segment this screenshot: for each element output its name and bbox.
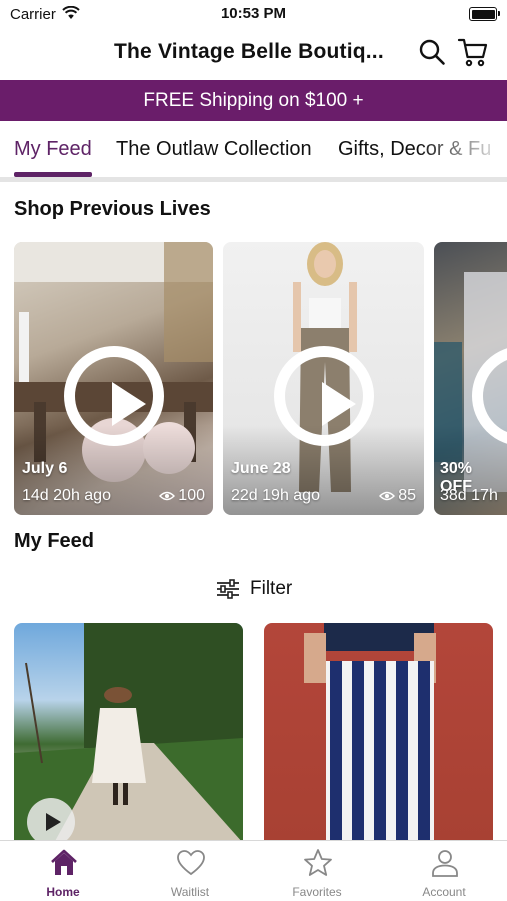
play-icon xyxy=(63,346,164,446)
live-views: 100 xyxy=(159,487,205,505)
home-icon xyxy=(51,849,77,875)
bottom-tab-label: Account xyxy=(422,885,466,899)
live-time-ago: 38d 17h xyxy=(440,487,498,504)
bottom-tab-label: Home xyxy=(46,885,80,899)
eye-icon xyxy=(159,491,176,501)
tabs-divider xyxy=(0,177,507,182)
live-date: June 28 xyxy=(231,460,291,477)
bottom-tab-home[interactable]: Home xyxy=(0,841,126,901)
live-date: July 6 xyxy=(22,460,68,477)
bottom-tab-bar: Home Waitlist Favorites Account xyxy=(0,840,507,901)
person-icon xyxy=(432,850,458,877)
live-views: 85 xyxy=(379,487,416,505)
feed-card-1[interactable] xyxy=(14,623,243,843)
star-icon xyxy=(304,849,332,876)
my-feed-title: My Feed xyxy=(14,530,95,552)
filter-sliders-icon xyxy=(217,579,239,599)
promo-banner[interactable]: FREE Shipping on $100 + xyxy=(0,80,507,121)
filter-label: Filter xyxy=(250,578,293,599)
bottom-tab-account[interactable]: Account xyxy=(381,841,507,901)
category-tabs: My Feed The Outlaw Collection Gifts, Dec… xyxy=(0,122,507,178)
live-time-ago: 14d 20h ago xyxy=(22,487,111,504)
live-card-2[interactable]: June 28 22d 19h ago 85 xyxy=(223,242,424,515)
feed-card-2[interactable] xyxy=(264,623,493,843)
clock: 10:53 PM xyxy=(220,5,287,22)
live-view-count: 100 xyxy=(178,487,205,504)
cart-icon[interactable] xyxy=(457,37,489,67)
tabs-fade xyxy=(417,122,507,178)
live-card-1[interactable]: July 6 14d 20h ago 100 xyxy=(14,242,213,515)
store-title: The Vintage Belle Boutiq... xyxy=(114,40,384,63)
live-view-count: 85 xyxy=(398,487,416,504)
bottom-tab-label: Favorites xyxy=(292,885,342,899)
tab-outlaw-collection[interactable]: The Outlaw Collection xyxy=(116,138,312,161)
live-time-ago: 22d 19h ago xyxy=(231,487,320,504)
bottom-tab-waitlist[interactable]: Waitlist xyxy=(127,841,253,901)
eye-icon xyxy=(379,491,396,501)
feed-card-2-image xyxy=(304,623,436,843)
bottom-tab-favorites[interactable]: Favorites xyxy=(254,841,380,901)
live-card-3[interactable]: 30% OFF 38d 17h xyxy=(434,242,507,515)
heart-icon xyxy=(177,850,205,876)
battery-icon xyxy=(469,7,500,21)
filter-button[interactable]: Filter xyxy=(216,576,292,602)
previous-lives-title: Shop Previous Lives xyxy=(14,198,211,220)
status-bar: Carrier 10:53 PM xyxy=(0,0,507,28)
video-play-icon[interactable] xyxy=(27,798,75,843)
top-navbar: The Vintage Belle Boutiq... xyxy=(0,28,507,78)
play-icon xyxy=(273,346,374,446)
search-icon[interactable] xyxy=(418,38,446,66)
tab-my-feed[interactable]: My Feed xyxy=(14,138,92,161)
bottom-tab-label: Waitlist xyxy=(170,885,210,899)
